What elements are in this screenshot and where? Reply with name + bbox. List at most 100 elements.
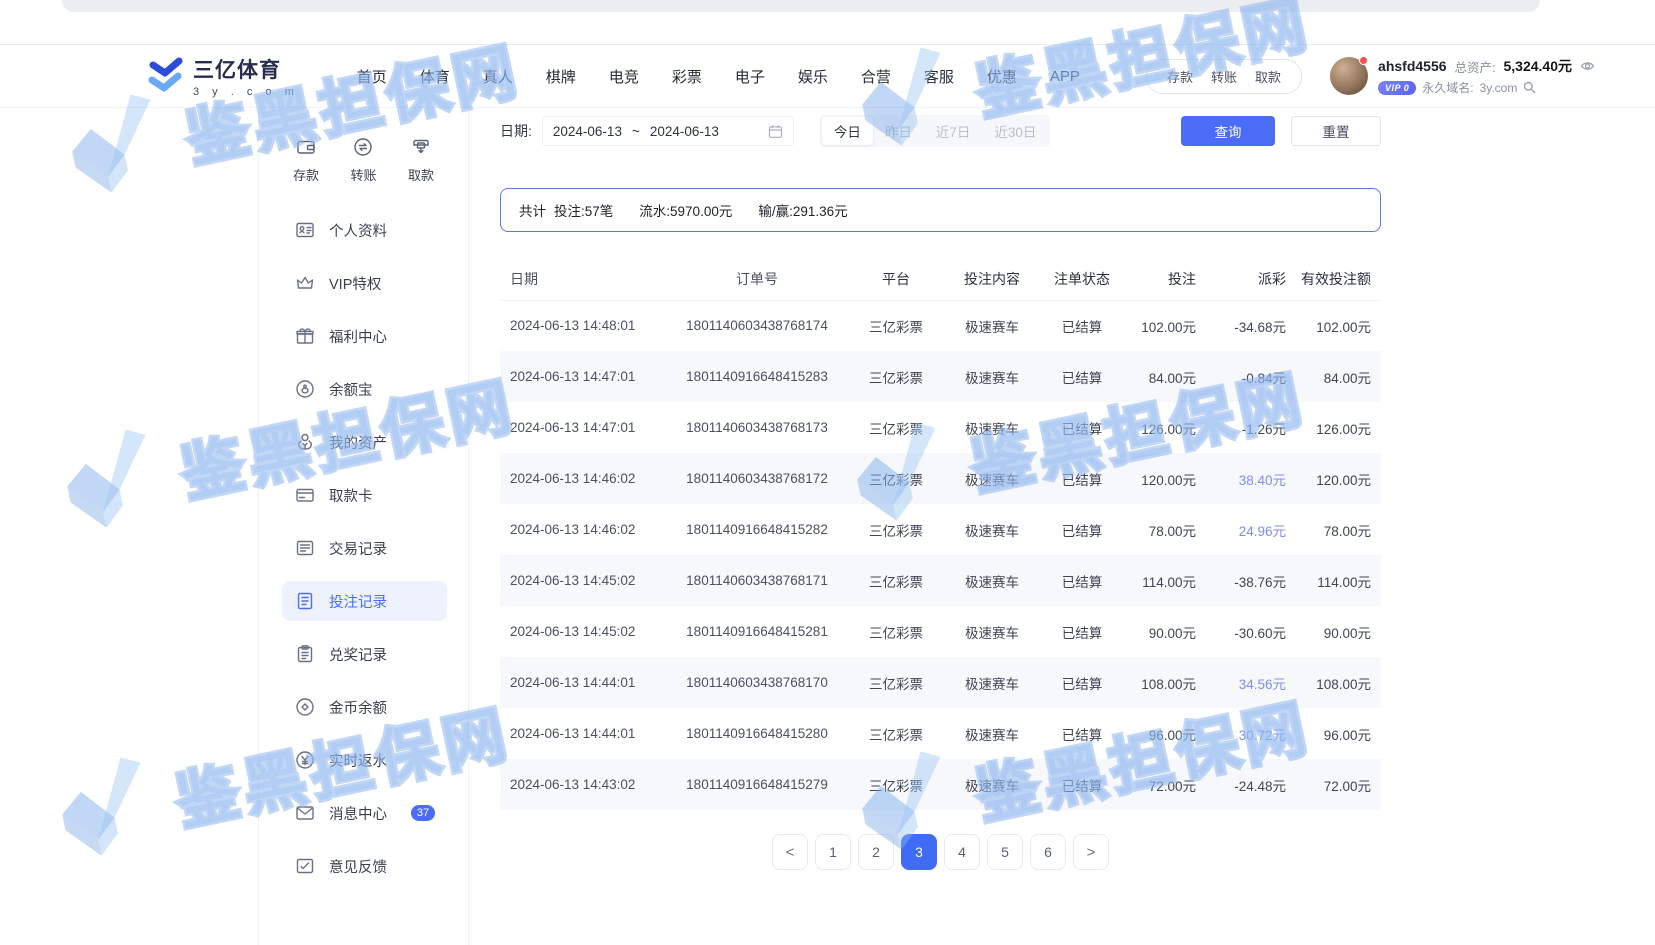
quick-action-label: 存款 [293, 165, 319, 184]
query-button[interactable]: 查询 [1181, 116, 1275, 146]
table-cell: 三亿彩票 [846, 453, 946, 504]
user-block[interactable]: ahsfd4556 总资产: 5,324.40元 VIP 0 永久域名: 3y.… [1330, 56, 1595, 96]
table-cell: 78.00元 [1126, 504, 1206, 555]
coin-icon [294, 378, 316, 400]
table-cell: 72.00元 [1126, 759, 1206, 810]
nav-item[interactable]: 优惠 [987, 66, 1017, 87]
brand-name: 三亿体育 [193, 54, 299, 84]
table-body: 2024-06-13 14:48:011801140603438768174三亿… [500, 300, 1381, 810]
sidebar-item[interactable]: 交易记录 [282, 528, 447, 568]
sidebar-item[interactable]: 个人资料 [282, 210, 447, 250]
sidebar-item-label: 个人资料 [329, 220, 387, 241]
table-cell: 极速赛车 [946, 453, 1038, 504]
quick-action-取款[interactable]: 取款 [408, 136, 434, 184]
prev-page-button[interactable]: < [772, 834, 808, 870]
table-cell: 三亿彩票 [846, 351, 946, 402]
nav-item[interactable]: 合营 [861, 66, 891, 87]
table-cell: 已结算 [1038, 759, 1126, 810]
table-cell: 极速赛车 [946, 606, 1038, 657]
summary-prefix: 共计 [519, 200, 546, 220]
sidebar-item[interactable]: 我的资产 [282, 422, 447, 462]
sidebar-item[interactable]: 意见反馈 [282, 846, 447, 886]
page-button[interactable]: 5 [987, 834, 1023, 870]
table-cell: 已结算 [1038, 504, 1126, 555]
range-button[interactable]: 近30日 [982, 117, 1048, 145]
sidebar-item[interactable]: 消息中心37 [282, 793, 447, 833]
summary-bets: 投注:57笔 [554, 200, 613, 220]
wallet-action[interactable]: 存款 [1167, 67, 1193, 86]
table-row: 2024-06-13 14:47:011801140916648415283三亿… [500, 351, 1381, 402]
page-button[interactable]: 4 [944, 834, 980, 870]
nav-item[interactable]: 棋牌 [546, 66, 576, 87]
table-cell: 2024-06-13 14:46:02 [500, 504, 668, 555]
sidebar-item[interactable]: 投注记录 [282, 581, 447, 621]
range-button[interactable]: 今日 [822, 117, 873, 145]
calendar-icon[interactable] [768, 124, 783, 139]
sidebar-item[interactable]: 福利中心 [282, 316, 447, 356]
nav-item[interactable]: 首页 [357, 66, 387, 87]
username: ahsfd4556 [1378, 58, 1446, 74]
table-cell: 极速赛车 [946, 555, 1038, 606]
sidebar-item[interactable]: VIP特权 [282, 263, 447, 303]
table-cell: 三亿彩票 [846, 555, 946, 606]
table-header: 日期订单号平台投注内容注单状态投注派彩有效投注额 [500, 258, 1381, 300]
quick-action-label: 取款 [408, 165, 434, 184]
table-cell: 三亿彩票 [846, 759, 946, 810]
summary-turnover: 流水:5970.00元 [639, 200, 732, 220]
table-row: 2024-06-13 14:46:021801140603438768172三亿… [500, 453, 1381, 504]
gift-icon [294, 325, 316, 347]
column-header: 订单号 [668, 258, 846, 300]
table-cell: -24.48元 [1206, 759, 1296, 810]
table-cell: 极速赛车 [946, 351, 1038, 402]
quick-action-转账[interactable]: 转账 [350, 136, 376, 184]
nav-item[interactable]: 娱乐 [798, 66, 828, 87]
table-cell: -38.76元 [1206, 555, 1296, 606]
sidebar-item[interactable]: 兑奖记录 [282, 634, 447, 674]
date-separator: ~ [632, 124, 640, 139]
sidebar-item[interactable]: 金币余额 [282, 687, 447, 727]
table-cell: 2024-06-13 14:44:01 [500, 708, 668, 759]
range-button[interactable]: 昨日 [873, 117, 924, 145]
sidebar-item[interactable]: 实时返水 [282, 740, 447, 780]
nav-item[interactable]: 体育 [420, 66, 450, 87]
reset-button[interactable]: 重置 [1291, 116, 1381, 146]
table-cell: -30.60元 [1206, 606, 1296, 657]
next-page-button[interactable]: > [1073, 834, 1109, 870]
eye-icon[interactable] [1580, 60, 1595, 72]
sidebar-item-label: 实时返水 [329, 750, 387, 771]
wallet-action[interactable]: 转账 [1211, 67, 1237, 86]
table-row: 2024-06-13 14:44:011801140916648415280三亿… [500, 708, 1381, 759]
sidebar-item[interactable]: 取款卡 [282, 475, 447, 515]
sidebar-item-label: VIP特权 [329, 273, 381, 294]
nav-item[interactable]: 电竞 [609, 66, 639, 87]
table-cell: 96.00元 [1296, 708, 1381, 759]
nav-item[interactable]: 客服 [924, 66, 954, 87]
wallet-action[interactable]: 取款 [1255, 67, 1281, 86]
nav-item[interactable]: APP [1050, 68, 1080, 85]
range-button[interactable]: 近7日 [924, 117, 983, 145]
page-button[interactable]: 6 [1030, 834, 1066, 870]
nav-item[interactable]: 彩票 [672, 66, 702, 87]
table-cell: 三亿彩票 [846, 300, 946, 351]
sidebar-item-label: 投注记录 [329, 591, 387, 612]
sidebar-item[interactable]: 余额宝 [282, 369, 447, 409]
redeem-icon [294, 643, 316, 665]
magnifier-icon[interactable] [1523, 81, 1536, 94]
quick-action-label: 转账 [350, 165, 376, 184]
table-cell: 1801140603438768171 [668, 555, 846, 606]
nav-item[interactable]: 真人 [483, 66, 513, 87]
quick-action-存款[interactable]: 存款 [293, 136, 319, 184]
column-header: 注单状态 [1038, 258, 1126, 300]
column-header: 日期 [500, 258, 668, 300]
page-button[interactable]: 1 [815, 834, 851, 870]
gold-coin-icon [294, 696, 316, 718]
page-button[interactable]: 3 [901, 834, 937, 870]
brand-logo[interactable]: 三亿体育 3 y . c o m [145, 54, 299, 98]
table-cell: 90.00元 [1126, 606, 1206, 657]
sidebar-item-label: 消息中心 [329, 803, 387, 824]
page-button[interactable]: 2 [858, 834, 894, 870]
watermark-shield-icon [43, 416, 179, 552]
date-range-input[interactable]: 2024-06-13 ~ 2024-06-13 [542, 116, 794, 146]
nav-item[interactable]: 电子 [735, 66, 765, 87]
table-cell: 2024-06-13 14:46:02 [500, 453, 668, 504]
